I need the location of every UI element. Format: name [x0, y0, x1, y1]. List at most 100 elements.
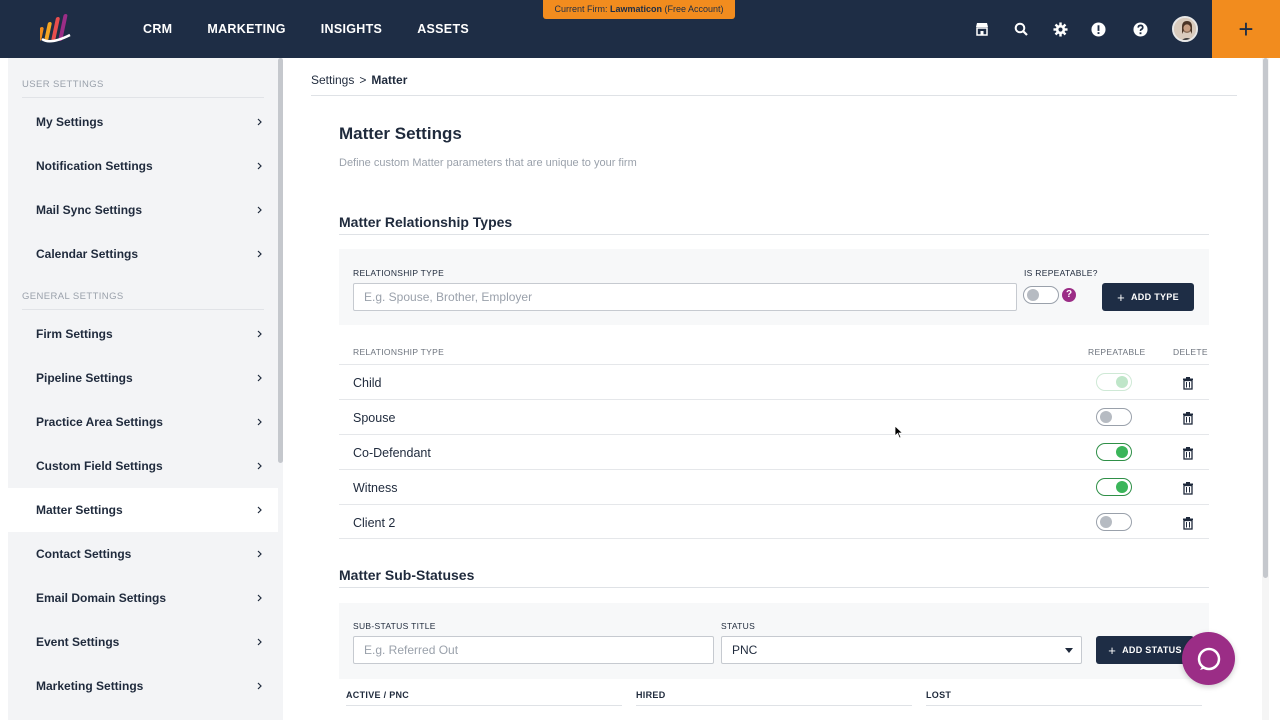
sidebar-item-label: My Settings — [36, 115, 104, 129]
sidebar-item-mail-sync-settings[interactable]: Mail Sync Settings — [8, 188, 278, 232]
chevron-right-icon — [257, 330, 262, 338]
breadcrumb-divider — [311, 95, 1237, 96]
relationship-name: Client 2 — [353, 516, 396, 530]
sidebar-item-label: Mail Sync Settings — [36, 203, 143, 217]
table-row: Client 2 — [339, 504, 1209, 539]
repeatable-toggle[interactable] — [1096, 408, 1132, 426]
sidebar-item-label: Pipeline Settings — [36, 371, 133, 385]
sub-status-title-input[interactable] — [353, 636, 714, 664]
breadcrumb-current: Matter — [371, 73, 408, 87]
sidebar-item-firm-settings[interactable]: Firm Settings — [8, 312, 278, 356]
table-row: Co-Defendant — [339, 434, 1209, 469]
trash-icon[interactable] — [1181, 446, 1195, 460]
sidebar-scrollbar-thumb[interactable] — [278, 58, 283, 463]
plus-icon: + — [1117, 289, 1125, 305]
relationship-type-input[interactable] — [353, 283, 1017, 311]
main-scrollbar-thumb[interactable] — [1263, 58, 1268, 578]
quick-add-button[interactable]: + — [1212, 0, 1280, 58]
sidebar-item-event-settings[interactable]: Event Settings — [8, 620, 278, 664]
sub-statuses-title: Matter Sub-Statuses — [339, 567, 475, 583]
chevron-right-icon — [257, 594, 262, 602]
nav-crm[interactable]: CRM — [143, 22, 172, 36]
trash-icon[interactable] — [1181, 376, 1195, 390]
col-relationship-type: RELATIONSHIP TYPE — [353, 347, 445, 357]
toggle-knob — [1116, 481, 1128, 493]
section-divider — [339, 587, 1209, 588]
chevron-right-icon — [257, 118, 262, 126]
repeatable-toggle[interactable] — [1096, 478, 1132, 496]
top-navigation-bar: CRM MARKETING INSIGHTS ASSETS Current Fi… — [0, 0, 1280, 58]
chevron-right-icon — [257, 550, 262, 558]
status-select[interactable]: PNC — [721, 636, 1082, 664]
sidebar-item-label: Custom Field Settings — [36, 459, 163, 473]
nav-assets[interactable]: ASSETS — [417, 22, 469, 36]
sidebar-item-label: Calendar Settings — [36, 247, 139, 261]
col-active-pnc: ACTIVE / PNC — [346, 690, 410, 700]
sidebar-item-notification-settings[interactable]: Notification Settings — [8, 144, 278, 188]
toggle-knob — [1100, 516, 1112, 528]
chevron-right-icon — [257, 682, 262, 690]
chevron-right-icon — [257, 250, 262, 258]
table-row: Witness — [339, 469, 1209, 504]
is-repeatable-label: IS REPEATABLE? — [1024, 268, 1098, 278]
status-selected-value: PNC — [732, 643, 758, 657]
trash-icon[interactable] — [1181, 516, 1195, 530]
trash-icon[interactable] — [1181, 481, 1195, 495]
sidebar-item-calendar-settings[interactable]: Calendar Settings — [8, 232, 278, 276]
repeatable-toggle[interactable] — [1096, 513, 1132, 531]
sidebar-item-marketing-settings[interactable]: Marketing Settings — [8, 664, 278, 708]
alert-icon[interactable] — [1088, 19, 1108, 39]
add-status-button[interactable]: + ADD STATUS — [1096, 636, 1194, 664]
lawmatics-logo-icon[interactable] — [40, 13, 74, 45]
chat-icon — [1197, 647, 1220, 670]
column-divider — [346, 705, 622, 706]
toggle-knob — [1100, 411, 1112, 423]
main-scrollbar[interactable] — [1262, 58, 1269, 720]
table-row: Child — [339, 364, 1209, 399]
nav-insights[interactable]: INSIGHTS — [321, 22, 382, 36]
is-repeatable-toggle[interactable] — [1023, 286, 1059, 304]
repeatable-toggle[interactable] — [1096, 373, 1132, 391]
page-title: Matter Settings — [339, 124, 462, 143]
col-lost: LOST — [926, 690, 952, 700]
repeatable-help-icon[interactable]: ? — [1062, 288, 1076, 302]
sidebar-item-my-settings[interactable]: My Settings — [8, 100, 278, 144]
sidebar-section-user: USER SETTINGS — [22, 79, 104, 90]
trash-icon[interactable] — [1181, 411, 1195, 425]
firm-name: Lawmaticon — [609, 4, 662, 14]
sidebar-item-matter-settings[interactable]: Matter Settings — [8, 488, 278, 532]
sidebar-item-contact-settings[interactable]: Contact Settings — [8, 532, 278, 576]
user-avatar[interactable] — [1172, 16, 1198, 42]
search-icon[interactable] — [1011, 19, 1031, 39]
sidebar-item-email-domain-settings[interactable]: Email Domain Settings — [8, 576, 278, 620]
breadcrumb-separator: > — [359, 73, 367, 87]
add-type-button[interactable]: + ADD TYPE — [1102, 283, 1194, 311]
current-firm-banner[interactable]: Current Firm: Lawmaticon (Free Account) — [543, 0, 735, 19]
sidebar-item-practice-area-settings[interactable]: Practice Area Settings — [8, 400, 278, 444]
sidebar-item-custom-field-settings[interactable]: Custom Field Settings — [8, 444, 278, 488]
store-icon[interactable] — [972, 19, 992, 39]
chat-support-button[interactable] — [1182, 632, 1235, 685]
sidebar-item-label: Marketing Settings — [36, 679, 144, 693]
col-delete: DELETE — [1173, 347, 1208, 357]
sidebar-item-pipeline-settings[interactable]: Pipeline Settings — [8, 356, 278, 400]
chevron-right-icon — [257, 462, 262, 470]
repeatable-toggle[interactable] — [1096, 443, 1132, 461]
status-label: STATUS — [721, 621, 756, 631]
relationship-name: Child — [353, 376, 382, 390]
firm-banner-prefix: Current Firm: — [554, 4, 608, 14]
breadcrumb-settings-link[interactable]: Settings — [311, 73, 354, 87]
page-subtitle: Define custom Matter parameters that are… — [339, 157, 637, 169]
chevron-right-icon — [257, 418, 262, 426]
add-status-label: ADD STATUS — [1122, 645, 1182, 655]
sidebar-scrollbar[interactable] — [278, 58, 283, 720]
add-type-label: ADD TYPE — [1131, 292, 1179, 302]
section-divider — [339, 234, 1209, 235]
toggle-knob — [1116, 376, 1128, 388]
help-icon[interactable] — [1130, 19, 1150, 39]
gear-icon[interactable] — [1050, 19, 1070, 39]
nav-marketing[interactable]: MARKETING — [207, 22, 285, 36]
table-row: Spouse — [339, 399, 1209, 434]
chevron-right-icon — [257, 374, 262, 382]
caret-down-icon — [1065, 648, 1073, 653]
